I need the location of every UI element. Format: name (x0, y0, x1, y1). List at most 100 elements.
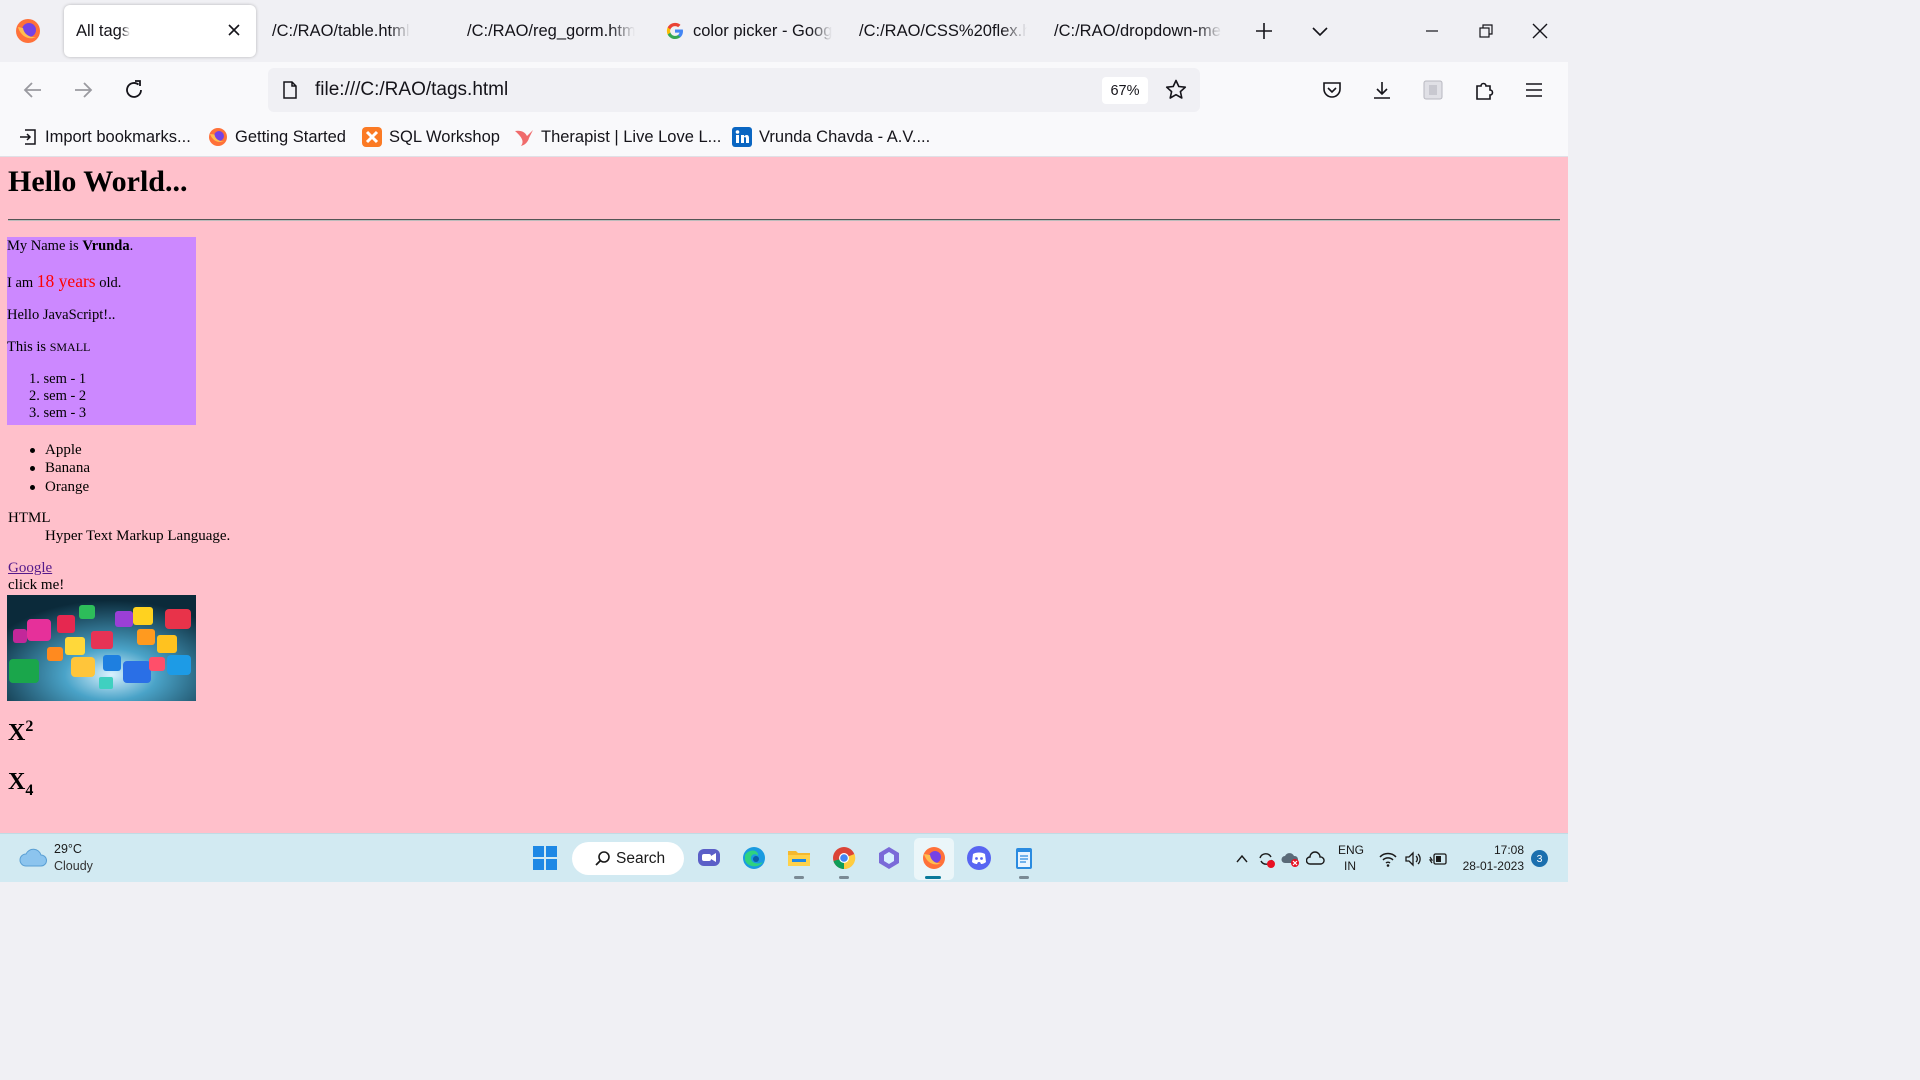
new-tab-icon[interactable] (1251, 18, 1277, 44)
app-icons-image (7, 595, 196, 701)
search-icon (595, 850, 610, 866)
bookmark-import[interactable]: Import bookmarks... (17, 126, 191, 148)
ordered-list-label: sem - 1 (43, 371, 87, 387)
unordered-list-label: Orange (45, 479, 90, 495)
edge-browser-icon[interactable] (740, 844, 768, 872)
linkedin-icon (732, 127, 752, 147)
definition-description: Hyper Text Markup Language. (45, 528, 231, 544)
file-explorer-icon[interactable] (785, 844, 813, 872)
copilot-app-icon[interactable] (875, 844, 903, 872)
clock-date[interactable]: 28-01-2023 (1456, 859, 1524, 873)
extensions-puzzle-icon[interactable] (1471, 77, 1497, 103)
forward-icon[interactable] (70, 77, 96, 103)
bullet-icon (30, 485, 35, 491)
address-bar[interactable]: file:///C:/RAO/tags.html 67% (268, 68, 1200, 112)
tab-dropdown-menu[interactable]: /C:/RAO/dropdown-menu.html (1054, 5, 1222, 57)
windows-start-icon[interactable] (531, 844, 559, 872)
running-indicator (839, 876, 849, 879)
running-indicator (1019, 876, 1029, 879)
bookmark-label: Vrunda Chavda - A.V.... (759, 127, 931, 146)
sync-error-icon[interactable] (1256, 849, 1276, 869)
bookmark-label: Getting Started (235, 127, 346, 146)
firefox-menu-icon[interactable] (14, 17, 42, 45)
minimize-icon[interactable] (1417, 16, 1447, 46)
tab-label: /C:/RAO/reg_gorm.html (467, 21, 635, 40)
extension-icon[interactable] (1420, 77, 1446, 103)
tab-all-tags[interactable]: All tags (64, 5, 256, 57)
wifi-icon[interactable] (1378, 849, 1398, 869)
bookmark-label: SQL Workshop (389, 127, 500, 146)
bookmark-label: Therapist | Live Love L... (541, 127, 722, 146)
tab-label: /C:/RAO/CSS%20flex.html (859, 21, 1027, 40)
clock-time[interactable]: 17:08 (1486, 843, 1524, 857)
search-label: Search (616, 849, 666, 867)
close-tab-icon[interactable] (224, 20, 244, 40)
tab-table[interactable]: /C:/RAO/table.html (272, 5, 442, 57)
bookmarks-toolbar: Import bookmarks... Getting Started SQL … (0, 118, 1568, 157)
firefox-taskbar-icon[interactable] (920, 844, 948, 872)
restore-icon[interactable] (1471, 16, 1501, 46)
ordered-list-label: sem - 2 (43, 388, 87, 404)
zoom-level-button[interactable]: 67% (1102, 77, 1148, 104)
onedrive-error-icon[interactable] (1281, 849, 1301, 869)
volume-icon[interactable] (1403, 849, 1423, 869)
small-paragraph: This is small (7, 339, 90, 356)
tab-label: /C:/RAO/dropdown-menu.html (1054, 21, 1222, 40)
age-suffix: old. (95, 275, 122, 291)
tab-color-picker[interactable]: color picker - Google Search (665, 5, 832, 57)
google-icon (666, 22, 683, 39)
weather-condition[interactable]: Cloudy (54, 859, 93, 873)
bookmark-linkedin[interactable]: Vrunda Chavda - A.V.... (731, 126, 930, 148)
google-link[interactable]: Google (8, 560, 52, 577)
close-window-icon[interactable] (1525, 16, 1555, 46)
reload-icon[interactable] (121, 77, 147, 103)
bookmark-star-icon[interactable] (1164, 78, 1188, 102)
notepad-icon[interactable] (1010, 844, 1038, 872)
tab-css-flex[interactable]: /C:/RAO/CSS%20flex.html (859, 5, 1027, 57)
hamburger-menu-icon[interactable] (1521, 77, 1547, 103)
subscript-heading: X4 (8, 769, 33, 798)
click-me-text: click me! (8, 577, 65, 593)
ordered-list-item: 3. sem - 3 (29, 405, 87, 421)
small-text: small (49, 340, 91, 354)
unordered-list-item: Orange (30, 479, 89, 496)
subscript-base: X (8, 769, 26, 795)
list-all-tabs-icon[interactable] (1307, 18, 1333, 44)
teams-chat-icon[interactable] (695, 844, 723, 872)
age-value: 18 years (36, 271, 96, 291)
superscript-base: X (8, 720, 26, 746)
bookmark-sql-workshop[interactable]: SQL Workshop (361, 126, 500, 148)
running-indicator (794, 876, 804, 879)
weather-temperature[interactable]: 29°C (54, 842, 82, 856)
bullet-icon (30, 466, 35, 472)
bookmark-getting-started[interactable]: Getting Started (207, 126, 346, 148)
tab-reg-gorm[interactable]: /C:/RAO/reg_gorm.html (467, 5, 635, 57)
chrome-icon[interactable] (830, 844, 858, 872)
region-indicator[interactable]: IN (1344, 859, 1356, 873)
age-paragraph: I am 18 years old. (7, 271, 121, 292)
cloudy-weather-icon[interactable] (18, 846, 48, 870)
import-icon (20, 129, 36, 145)
ordered-list-label: sem - 3 (43, 405, 87, 421)
show-hidden-icons-chevron-icon[interactable] (1232, 849, 1252, 869)
tab-strip: All tags /C:/RAO/table.html /C:/RAO/reg_… (0, 0, 1568, 62)
notification-badge[interactable]: 3 (1531, 850, 1548, 867)
discord-icon[interactable] (965, 844, 993, 872)
bookmark-label: Import bookmarks... (45, 127, 191, 146)
url-text[interactable]: file:///C:/RAO/tags.html (315, 79, 508, 101)
onedrive-cloud-icon[interactable] (1306, 849, 1326, 869)
back-icon[interactable] (20, 77, 46, 103)
language-indicator[interactable]: ENG (1338, 843, 1364, 857)
pocket-icon[interactable] (1319, 77, 1345, 103)
unordered-list-item: Banana (30, 460, 90, 477)
page-icon (280, 80, 300, 100)
bookmark-therapist[interactable]: Therapist | Live Love L... (513, 126, 721, 148)
name-suffix: . (129, 238, 134, 254)
unordered-list-label: Banana (45, 460, 90, 476)
name-paragraph: My Name is Vrunda. (7, 238, 133, 255)
taskbar-search-box[interactable]: Search (572, 842, 684, 875)
windows-taskbar: 29°C Cloudy Search ENG IN 17:08 28-01-20… (0, 833, 1568, 882)
downloads-icon[interactable] (1369, 77, 1395, 103)
battery-charging-icon[interactable] (1428, 849, 1448, 869)
tab-label: /C:/RAO/table.html (272, 21, 410, 40)
